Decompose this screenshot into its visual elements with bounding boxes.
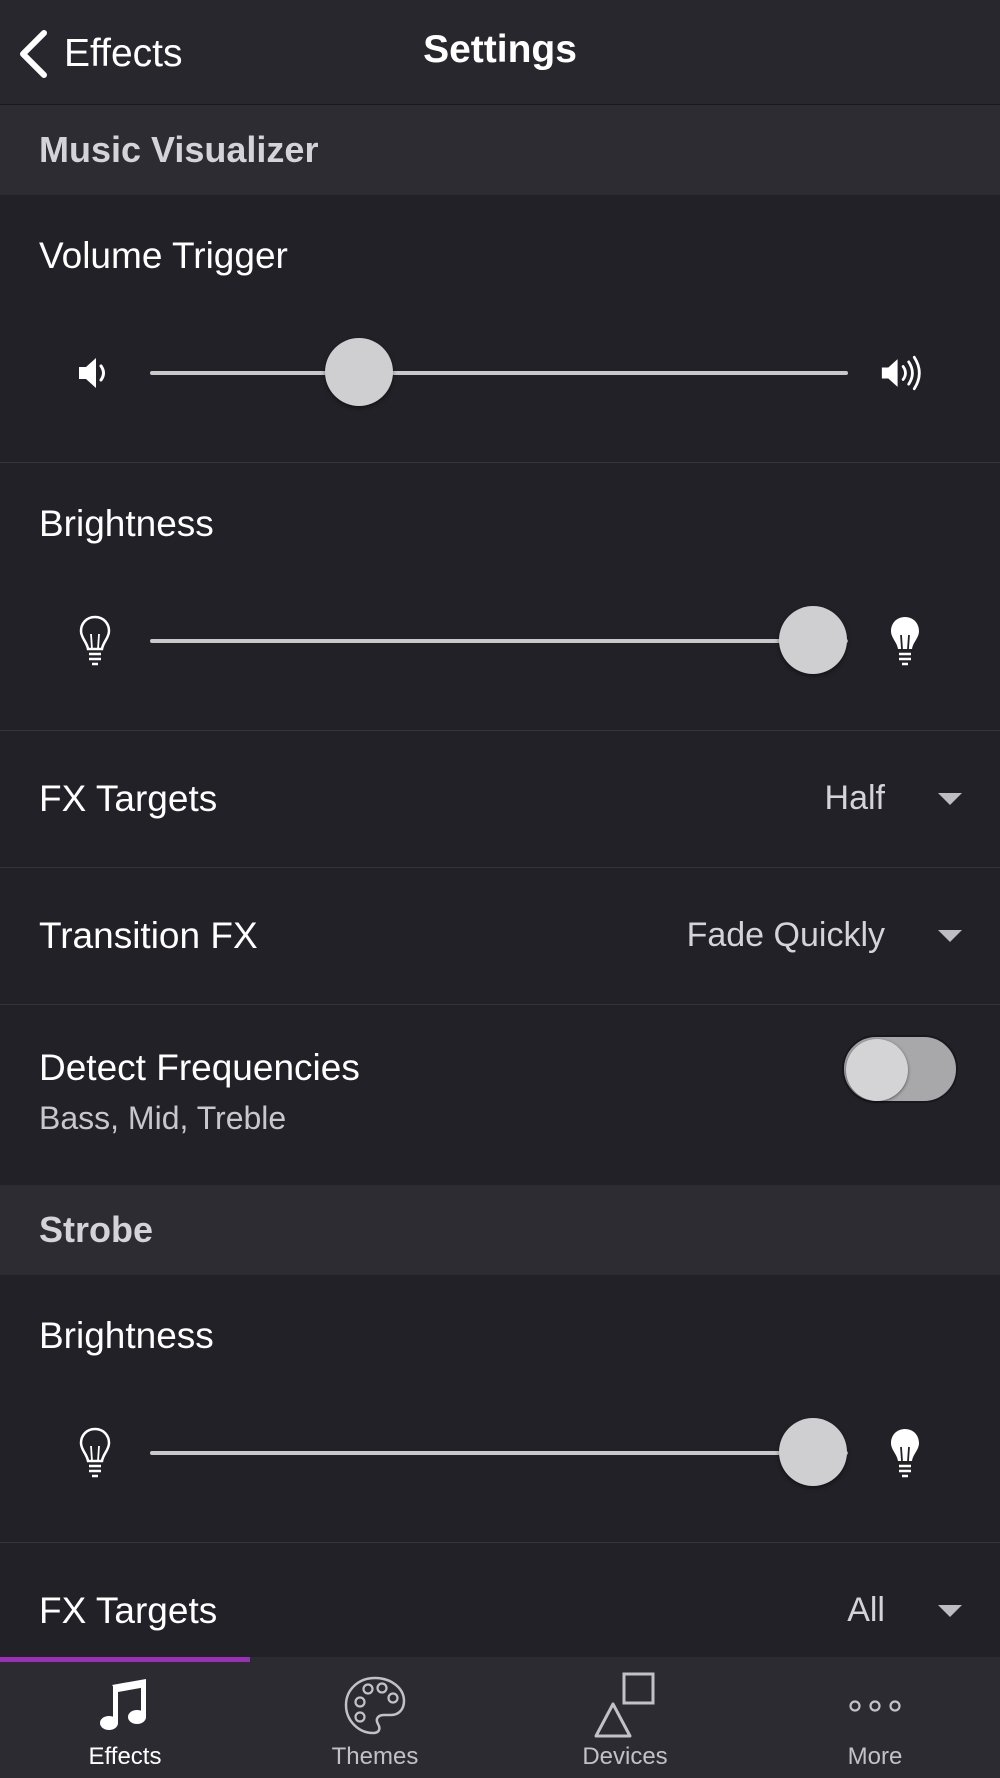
detect-frequencies-toggle[interactable] [842,1035,958,1103]
transition-fx-label: Transition FX [39,915,258,956]
chevron-left-icon [20,30,47,78]
back-label: Effects [64,32,183,75]
brightness-row: Brightness [0,463,1000,731]
volume-high-icon [880,340,930,406]
volume-trigger-label: Volume Trigger [39,235,288,276]
bulb-filled-icon [880,608,930,674]
transition-fx-value: Fade Quickly [686,916,885,954]
palette-icon [250,1671,500,1741]
volume-low-icon [70,340,120,406]
tab-more[interactable]: More [750,1657,1000,1778]
section-title: Music Visualizer [39,129,319,170]
tab-themes[interactable]: Themes [250,1657,500,1778]
strobe-brightness-label: Brightness [39,1315,214,1356]
tab-label: Devices [582,1743,668,1770]
bulb-outline-icon [70,1420,120,1486]
ellipsis-icon [750,1671,1000,1741]
back-button[interactable]: Effects [16,26,183,82]
tab-label: Effects [88,1743,162,1770]
brightness-thumb[interactable] [779,606,848,674]
shapes-icon [500,1671,750,1741]
dropdown-caret-icon [938,930,962,942]
music-note-icon [0,1671,250,1741]
bulb-filled-icon [880,1420,930,1486]
tab-label: More [847,1743,903,1770]
brightness-label: Brightness [39,503,214,544]
fx-targets-value: Half [824,779,885,817]
detect-frequencies-label: Detect Frequencies [39,1047,360,1088]
strobe-brightness-track[interactable] [150,1451,848,1455]
fx-targets-select[interactable]: FX Targets Half [0,731,1000,868]
bulb-outline-icon [70,608,120,674]
toggle-knob [846,1039,908,1101]
tab-effects[interactable]: Effects [0,1657,250,1778]
strobe-fx-targets-label: FX Targets [39,1590,218,1631]
transition-fx-select[interactable]: Transition FX Fade Quickly [0,868,1000,1005]
section-title: Strobe [39,1209,154,1250]
volume-trigger-track[interactable] [150,371,848,375]
fx-targets-label: FX Targets [39,778,218,819]
dropdown-caret-icon [938,1605,962,1617]
volume-trigger-thumb[interactable] [325,338,394,406]
strobe-fx-targets-value: All [847,1591,885,1629]
settings-list[interactable]: Music Visualizer Volume Trigger Brightne… [0,105,1000,1657]
strobe-fx-targets-select[interactable]: FX Targets All [0,1543,1000,1657]
navigation-bar: Effects Settings [0,0,1000,105]
detect-frequencies-row: Detect Frequencies Bass, Mid, Treble [0,1005,1000,1185]
tab-devices[interactable]: Devices [500,1657,750,1778]
strobe-brightness-row: Brightness [0,1275,1000,1543]
dropdown-caret-icon [938,793,962,805]
brightness-track[interactable] [150,639,848,643]
volume-trigger-row: Volume Trigger [0,195,1000,463]
detect-frequencies-sublabel: Bass, Mid, Treble [39,1100,287,1136]
tab-label: Themes [331,1743,419,1770]
section-header-music-visualizer: Music Visualizer [0,105,1000,195]
strobe-brightness-thumb[interactable] [779,1418,848,1486]
tab-bar: Effects Themes Devices More [0,1657,1000,1778]
section-header-strobe: Strobe [0,1185,1000,1275]
